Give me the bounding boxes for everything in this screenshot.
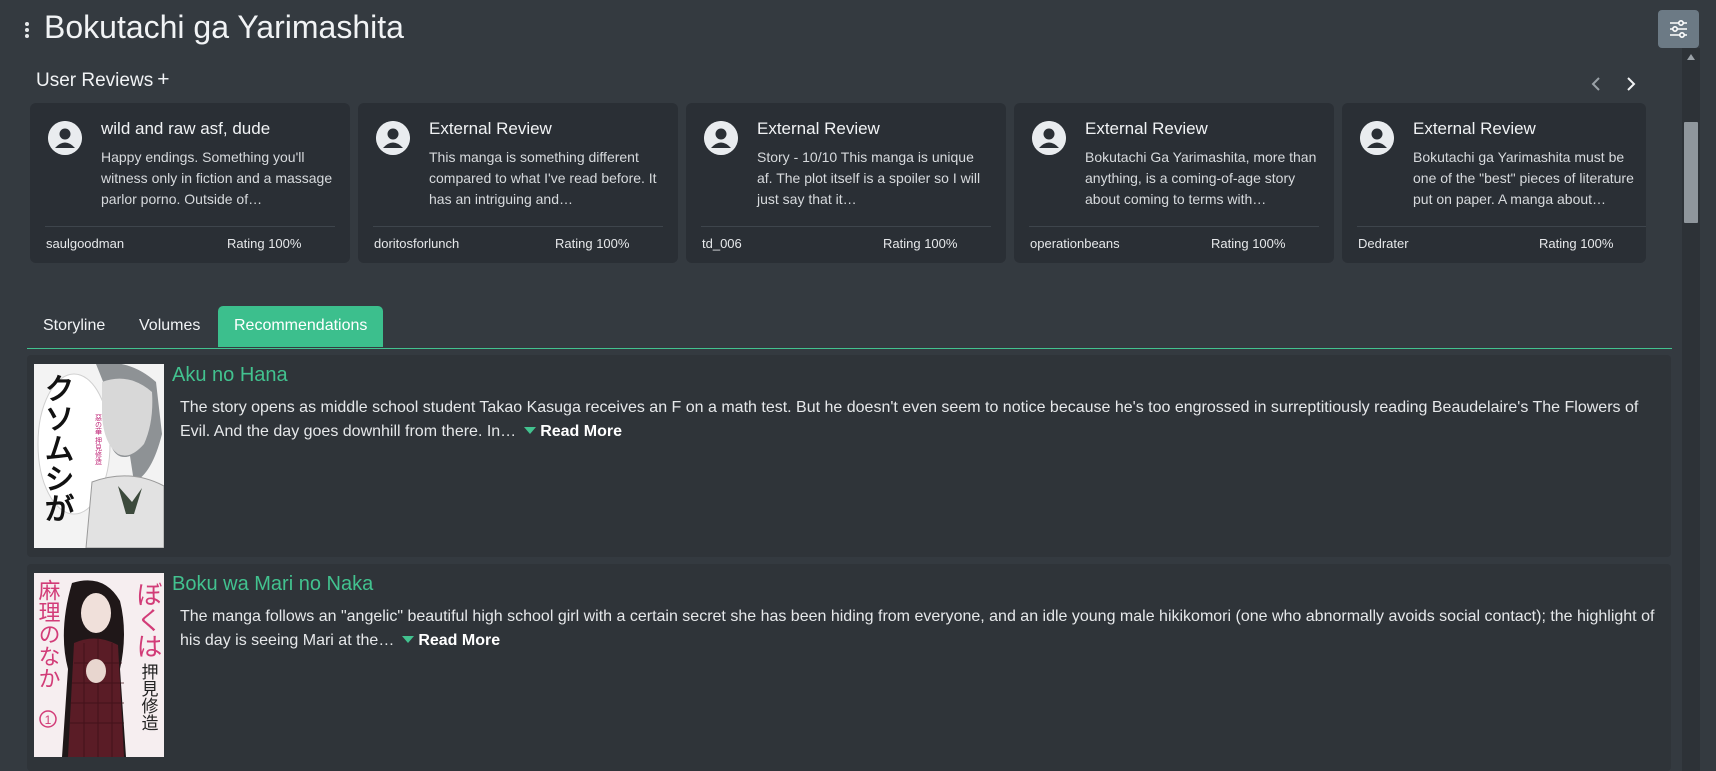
cover-art-subtext: 惡の華 押見修造 — [95, 414, 103, 466]
scroll-thumb[interactable] — [1684, 122, 1698, 223]
add-review-button[interactable]: + — [157, 68, 169, 91]
review-divider — [701, 226, 991, 227]
kebab-menu-icon[interactable] — [24, 22, 30, 38]
review-title: External Review — [1085, 119, 1208, 138]
tab-recommendations[interactable]: Recommendations — [218, 306, 384, 347]
synopsis-text: The manga follows an "angelic" beautiful… — [180, 608, 1655, 649]
settings-button[interactable] — [1658, 10, 1699, 48]
tab-volumes[interactable]: Volumes — [139, 306, 200, 346]
user-reviews-heading: User Reviews + — [36, 68, 169, 92]
recommendation-card: ぼくは 麻理のなか 押見修造 1 Boku wa Mari no Naka Th… — [27, 564, 1671, 771]
synopsis-text: The story opens as middle school student… — [180, 399, 1639, 440]
review-rating: Rating 100% — [227, 236, 302, 251]
review-divider — [45, 226, 335, 227]
review-rating: Rating 100% — [1211, 236, 1286, 251]
cover-art-subtext: 麻理のなか — [36, 579, 61, 689]
detail-tabs: Storyline Volumes Recommendations — [27, 306, 1672, 349]
review-card[interactable]: wild and raw asf, dude Happy endings. So… — [30, 103, 350, 263]
review-card[interactable]: External Review Story - 10/10 This manga… — [686, 103, 1006, 263]
user-avatar-icon — [376, 121, 410, 155]
cover-art-author: 押見修造 — [139, 663, 159, 731]
review-title: External Review — [757, 119, 880, 138]
sliders-icon — [1670, 20, 1687, 38]
review-username[interactable]: Dedrater — [1358, 236, 1409, 251]
user-avatar-icon — [704, 121, 738, 155]
cover-art-volume: 1 — [45, 713, 52, 727]
read-more-link[interactable]: Read More — [540, 423, 622, 440]
carousel-next-icon[interactable] — [1624, 74, 1638, 94]
review-card[interactable]: External Review Bokutachi Ga Yarimashita… — [1014, 103, 1334, 263]
review-username[interactable]: td_006 — [702, 236, 742, 251]
recommendation-card: クソムシが 惡の華 押見修造 Aku no Hana The story ope… — [27, 355, 1671, 557]
user-reviews-title: User Reviews — [36, 70, 154, 91]
review-excerpt: This manga is something different compar… — [429, 149, 657, 207]
review-title: wild and raw asf, dude — [101, 119, 271, 138]
carousel-prev-icon[interactable] — [1589, 74, 1603, 94]
user-avatar-icon — [1360, 121, 1394, 155]
review-rating: Rating 100% — [1539, 236, 1614, 251]
page-title: Bokutachi ga Yarimashita — [44, 9, 404, 45]
review-title: External Review — [1413, 119, 1536, 138]
user-avatar-icon — [1032, 121, 1066, 155]
review-excerpt: Happy endings. Something you'll witness … — [101, 149, 333, 207]
cover-image[interactable]: クソムシが 惡の華 押見修造 — [34, 364, 164, 548]
review-card[interactable]: External Review Bokutachi ga Yarimashita… — [1342, 103, 1646, 263]
recommendation-synopsis: The story opens as middle school student… — [180, 396, 1665, 444]
review-excerpt: Bokutachi ga Yarimashita must be one of … — [1413, 149, 1634, 207]
review-card[interactable]: External Review This manga is something … — [358, 103, 678, 263]
page-header: Bokutachi ga Yarimashita — [0, 0, 1700, 56]
review-title: External Review — [429, 119, 552, 138]
cover-art-text: クソムシが — [40, 373, 74, 523]
review-username[interactable]: saulgoodman — [46, 236, 124, 251]
page-scrollbar[interactable] — [1682, 48, 1700, 771]
caret-down-icon — [524, 427, 537, 435]
tab-storyline[interactable]: Storyline — [43, 306, 105, 346]
review-rating: Rating 100% — [555, 236, 630, 251]
read-more-link[interactable]: Read More — [418, 632, 500, 649]
review-username[interactable]: doritosforlunch — [374, 236, 459, 251]
review-divider — [373, 226, 663, 227]
recommendation-title[interactable]: Aku no Hana — [172, 364, 288, 387]
recommendation-title[interactable]: Boku wa Mari no Naka — [172, 573, 373, 596]
caret-down-icon — [402, 636, 415, 644]
scroll-up-arrow-icon[interactable] — [1687, 54, 1695, 60]
review-username[interactable]: operationbeans — [1030, 236, 1120, 251]
review-excerpt: Story - 10/10 This manga is unique af. T… — [757, 149, 981, 207]
review-divider — [1357, 226, 1646, 227]
user-avatar-icon — [48, 121, 82, 155]
review-rating: Rating 100% — [883, 236, 958, 251]
review-excerpt: Bokutachi Ga Yarimashita, more than anyt… — [1085, 149, 1317, 207]
cover-image[interactable]: ぼくは 麻理のなか 押見修造 1 — [34, 573, 164, 757]
review-divider — [1029, 226, 1319, 227]
cover-art-text: ぼくは — [133, 581, 163, 659]
recommendation-synopsis: The manga follows an "angelic" beautiful… — [180, 605, 1665, 653]
